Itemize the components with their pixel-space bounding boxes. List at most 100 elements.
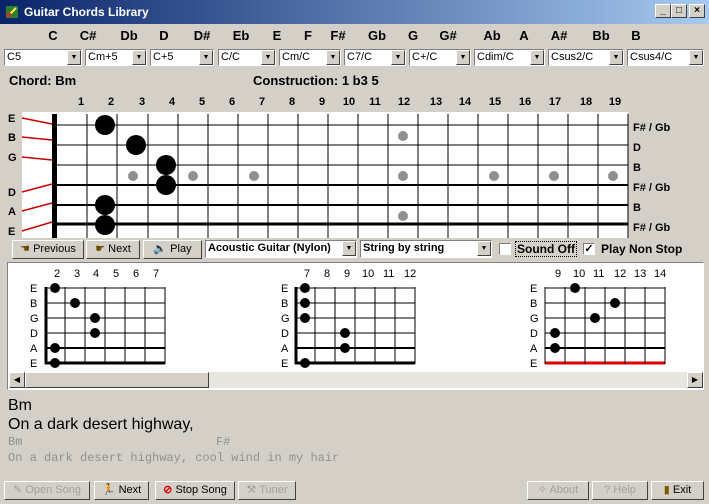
chord-diagram-3[interactable]: 9 10 11 12 13 14 E B G D A E (530, 268, 666, 370)
diagram-grid (44, 287, 166, 365)
chord-diagrams: 2 3 4 5 6 7 E B G D A E 7 8 9 10 11 12 E… (30, 268, 666, 370)
fret-number: 1 (77, 96, 85, 108)
chord-select-9[interactable]: Csus2/C ▼ (548, 49, 624, 66)
key-d[interactable]: D (149, 28, 179, 43)
key-g-flat[interactable]: Gb (362, 28, 392, 43)
diagram-string-label: A (30, 343, 38, 355)
key-row: C C# Db D D# Eb E F F# Gb G G# Ab A A# B… (0, 28, 709, 46)
diagram-fret-number: 10 (362, 268, 374, 280)
fret-number: 6 (228, 96, 236, 108)
diagram-fret-number: 9 (555, 268, 561, 280)
key-b[interactable]: B (621, 28, 651, 43)
scroll-left-button[interactable]: ◀ (9, 372, 25, 388)
key-f[interactable]: F (293, 28, 323, 43)
fret-number: 8 (288, 96, 296, 108)
previous-button[interactable]: ☚ Previous (12, 240, 84, 259)
minimize-button[interactable]: _ (655, 4, 671, 18)
diagram-string-label: G (281, 313, 290, 325)
mode-select[interactable]: String by string ▼ (360, 240, 492, 258)
help-icon: ? (604, 484, 611, 496)
diagram-fret-number: 14 (654, 268, 666, 280)
chord-select-2[interactable]: Cm+5 ▼ (85, 49, 147, 66)
construction-label: Construction: 1 b3 5 (253, 73, 379, 88)
key-g-sharp[interactable]: G# (433, 28, 463, 43)
current-chord: Bm (8, 397, 32, 414)
key-f-sharp[interactable]: F# (323, 28, 353, 43)
fret-number: 10 (342, 96, 356, 108)
key-c-sharp[interactable]: C# (73, 28, 103, 43)
chord-select-6[interactable]: C7/C ▼ (344, 49, 406, 66)
hand-left-icon: ☚ (20, 243, 30, 255)
chord-select-1[interactable]: C5 ▼ (4, 49, 82, 66)
stop-song-button[interactable]: ⊘ Stop Song (155, 481, 235, 500)
nut (52, 114, 57, 238)
chord-select-10[interactable]: Csus4/C ▼ (627, 49, 704, 66)
chevron-down-icon: ▼ (456, 50, 470, 65)
exit-button[interactable]: ▮ Exit (651, 481, 704, 500)
chord-select-8[interactable]: Cdim/C ▼ (474, 49, 545, 66)
fret-number: 7 (258, 96, 266, 108)
diagram-fret-number: 6 (133, 268, 139, 280)
key-e[interactable]: E (262, 28, 292, 43)
chevron-down-icon: ▼ (609, 50, 623, 65)
fret-number: 2 (107, 96, 115, 108)
fret-number: 18 (579, 96, 593, 108)
play-button[interactable]: 🔈 Play (143, 240, 202, 259)
key-d-sharp[interactable]: D# (187, 28, 217, 43)
chord-diagrams-panel: 2 3 4 5 6 7 E B G D A E 7 8 9 10 11 12 E… (7, 262, 704, 390)
chevron-down-icon: ▼ (199, 50, 213, 65)
key-g[interactable]: G (398, 28, 428, 43)
chevron-down-icon: ▼ (67, 50, 81, 65)
scroll-thumb[interactable] (25, 372, 209, 388)
chord-diagram-2[interactable]: 7 8 9 10 11 12 E B G D A E (281, 268, 416, 370)
diagram-scrollbar[interactable]: ◀ ▶ (9, 372, 703, 388)
chevron-down-icon: ▼ (391, 50, 405, 65)
diagram-dots (300, 283, 350, 368)
string-label-e-low: E (8, 226, 15, 238)
diagram-string-label: D (530, 328, 538, 340)
diagram-fret-number: 2 (54, 268, 60, 280)
speaker-icon: 🔈 (153, 243, 168, 255)
fret-number: 16 (518, 96, 532, 108)
diagram-string-label: A (530, 343, 538, 355)
diagram-fret-number: 11 (593, 268, 604, 280)
chord-select-7[interactable]: C+/C ▼ (409, 49, 471, 66)
about-button[interactable]: ✧ About (527, 481, 589, 500)
play-non-stop-checkbox[interactable]: ✓ (583, 243, 595, 255)
fretboard[interactable]: E B G D A E F# / Gb D B F# / Gb B F# / G… (0, 112, 709, 240)
song-next-button[interactable]: 🏃 Next (94, 481, 149, 500)
diagram-grid (294, 287, 416, 365)
diagram-fret-number: 12 (614, 268, 626, 280)
chord-select-5[interactable]: Cm/C ▼ (279, 49, 341, 66)
key-d-flat[interactable]: Db (114, 28, 144, 43)
help-button[interactable]: ? Help (592, 481, 648, 500)
key-b-flat[interactable]: Bb (586, 28, 616, 43)
hand-right-icon: ☛ (95, 243, 106, 255)
key-a-sharp[interactable]: A# (544, 28, 574, 43)
folder-icon: ✎ (13, 484, 23, 496)
diagram-string-label: D (30, 328, 38, 340)
chord-diagram-1[interactable]: 2 3 4 5 6 7 E B G D A E (30, 268, 166, 370)
diagram-fret-number: 7 (153, 268, 159, 280)
song-lyric-line: On a dark desert highway, cool wind in m… (8, 451, 340, 465)
key-e-flat[interactable]: Eb (226, 28, 256, 43)
open-song-button[interactable]: ✎ Open Song (4, 481, 90, 500)
diagram-grid (544, 287, 666, 365)
chevron-down-icon: ▼ (326, 50, 340, 65)
instrument-select[interactable]: Acoustic Guitar (Nylon) ▼ (205, 240, 357, 258)
sound-off-checkbox[interactable] (499, 243, 511, 255)
diagram-fret-number: 8 (324, 268, 330, 280)
maximize-button[interactable]: □ (671, 4, 687, 18)
key-a-flat[interactable]: Ab (477, 28, 507, 43)
chevron-down-icon: ▼ (689, 50, 703, 65)
close-button[interactable]: × (689, 4, 705, 18)
key-a[interactable]: A (509, 28, 539, 43)
tuner-button[interactable]: ⚒ Tuner (238, 481, 296, 500)
chord-select-3[interactable]: C+5 ▼ (150, 49, 214, 66)
diagram-string-label: D (281, 328, 289, 340)
string-label-g: G (8, 152, 17, 164)
next-button[interactable]: ☛ Next (86, 240, 140, 259)
key-c[interactable]: C (38, 28, 68, 43)
scroll-right-button[interactable]: ▶ (687, 372, 703, 388)
chord-select-4[interactable]: C/C ▼ (218, 49, 276, 66)
